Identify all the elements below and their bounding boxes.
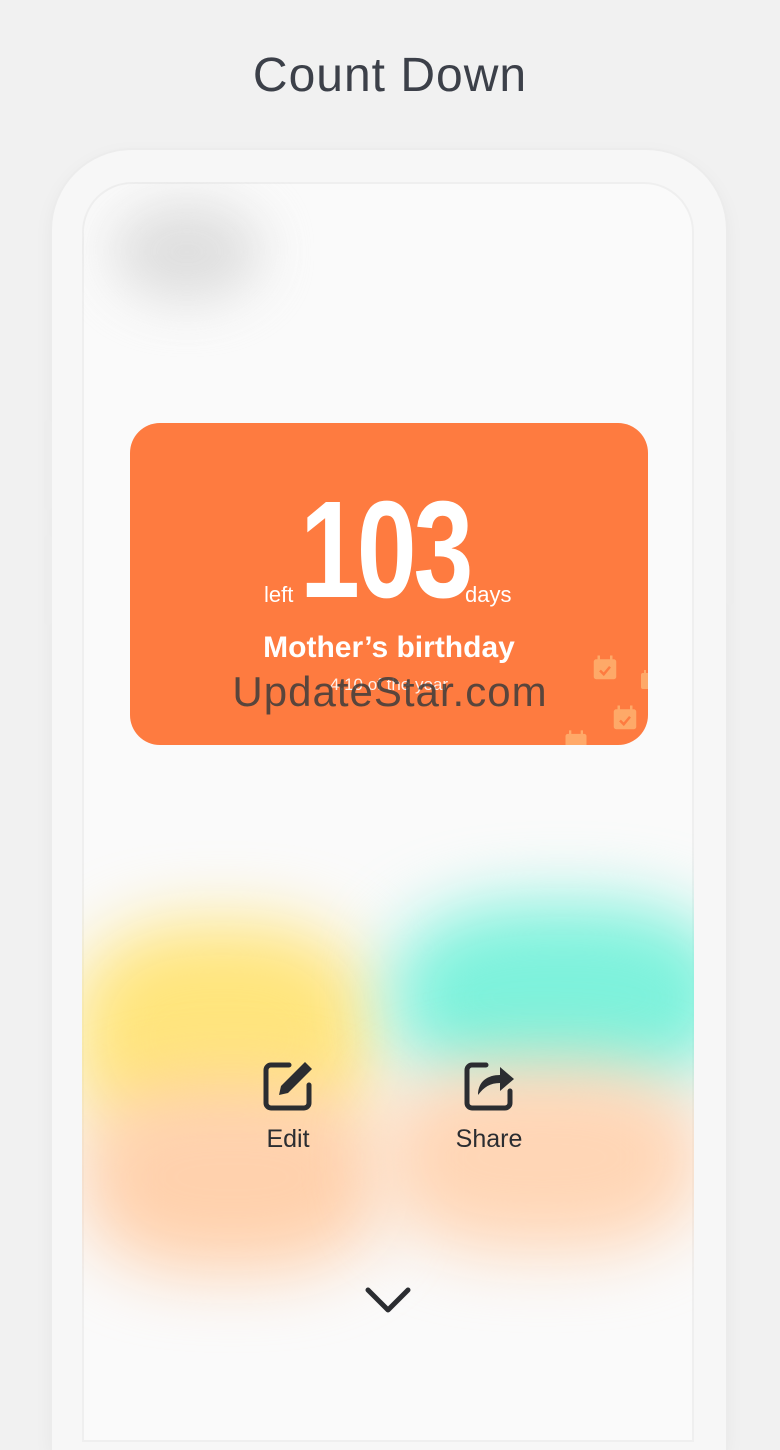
camera-blur (112, 202, 262, 302)
left-label: left (264, 582, 294, 607)
calendar-check-icon (593, 655, 617, 680)
calendar-check-icon (613, 705, 637, 730)
chevron-down-icon[interactable] (362, 1282, 414, 1318)
event-date: 4.10 of the year (329, 675, 449, 694)
days-label: days (465, 582, 512, 607)
phone-side-button (44, 420, 52, 510)
phone-mockup: left 103 days Mother’s birthday 4.10 of … (44, 150, 734, 1450)
share-label: Share (455, 1125, 523, 1153)
calendar-check-icon (565, 730, 587, 745)
edit-label: Edit (266, 1125, 310, 1153)
phone-power-button (726, 430, 734, 605)
phone-screen: left 103 days Mother’s birthday 4.10 of … (82, 182, 694, 1442)
edit-icon (263, 1062, 312, 1111)
share-button[interactable]: Share (419, 1057, 559, 1154)
phone-side-button (44, 535, 52, 625)
days-count: 103 (300, 473, 473, 627)
share-icon (464, 1062, 514, 1111)
edit-button[interactable]: Edit (218, 1057, 358, 1154)
page-title: Count Down (252, 49, 528, 102)
event-name: Mother’s birthday (263, 631, 515, 664)
calendar-check-icon (641, 670, 648, 689)
countdown-card[interactable]: left 103 days Mother’s birthday 4.10 of … (130, 423, 648, 745)
